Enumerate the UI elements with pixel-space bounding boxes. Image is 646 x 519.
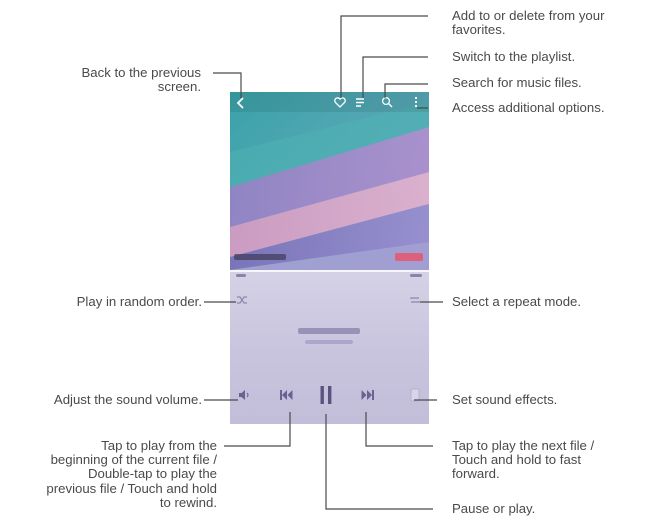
callout-repeat: Select a repeat mode. — [452, 294, 582, 309]
callout-playlist: Switch to the playlist. — [452, 49, 576, 64]
callout-options: Access additional options. — [452, 100, 605, 115]
callout-favorites: Add to or delete from your favorites. — [452, 8, 605, 37]
callout-pause: Pause or play. — [452, 501, 536, 516]
callout-next: Tap to play the next file / Touch and ho… — [452, 438, 595, 482]
callout-effects: Set sound effects. — [452, 392, 558, 407]
callout-random: Play in random order. — [76, 294, 202, 309]
callout-search: Search for music files. — [452, 75, 582, 90]
callout-previous: Tap to play from the beginning of the cu… — [46, 438, 217, 510]
callout-back: Back to the previous screen. — [81, 65, 202, 94]
callout-volume: Adjust the sound volume. — [53, 392, 202, 407]
